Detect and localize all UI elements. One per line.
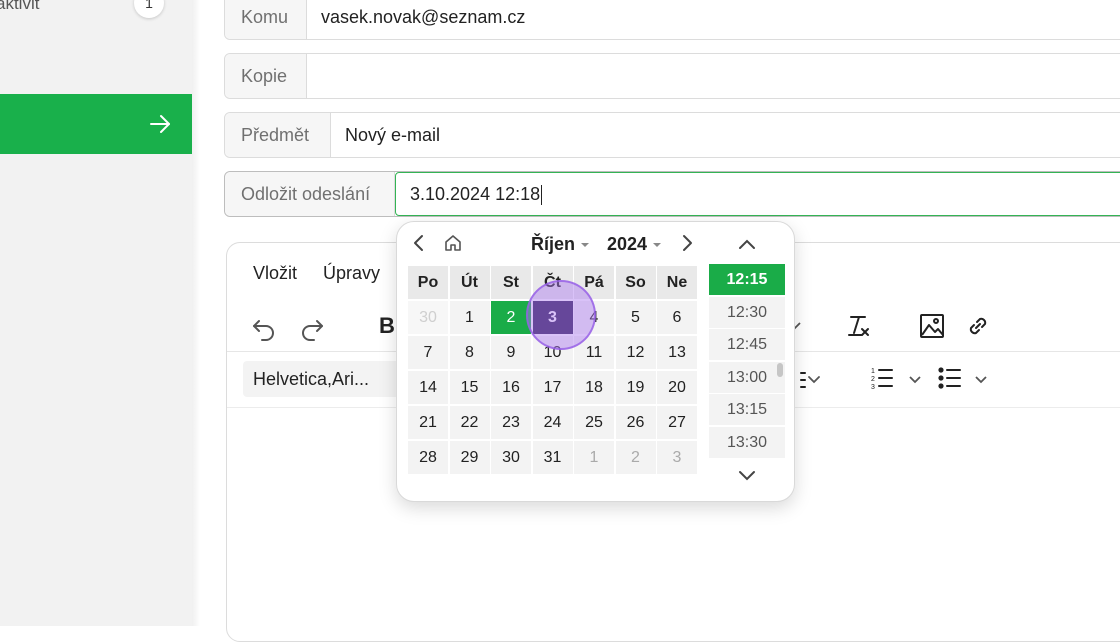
delay-row: Odložit odeslání 3.10.2024 12:18: [224, 171, 1120, 217]
weekday-header: Čt: [532, 266, 573, 299]
time-scroll-down-icon[interactable]: [737, 468, 757, 484]
weekday-header: Pá: [574, 266, 614, 299]
calendar-day[interactable]: 29: [449, 441, 490, 474]
calendar-day[interactable]: 20: [657, 371, 697, 404]
calendar-day[interactable]: 8: [449, 336, 490, 369]
time-option[interactable]: 13:00: [709, 361, 785, 393]
calendar-day[interactable]: 3: [657, 441, 697, 474]
calendar-day[interactable]: 17: [532, 371, 573, 404]
calendar-day[interactable]: 2: [615, 441, 656, 474]
calendar-day[interactable]: 3: [532, 301, 573, 334]
cc-label: Kopie: [225, 54, 307, 98]
calendar-day[interactable]: 23: [491, 406, 531, 439]
bold-button[interactable]: B: [379, 313, 395, 339]
year-select[interactable]: 2024: [607, 234, 662, 255]
link-icon[interactable]: [965, 313, 991, 339]
calendar-day[interactable]: 21: [408, 406, 448, 439]
month-select[interactable]: Říjen: [531, 234, 590, 255]
numbered-list-chevron-icon[interactable]: [907, 371, 923, 387]
bullet-list-icon[interactable]: [937, 365, 963, 391]
calendar-day[interactable]: 14: [408, 371, 448, 404]
calendar-day[interactable]: 25: [574, 406, 614, 439]
calendar-day[interactable]: 30: [491, 441, 531, 474]
activities-count-badge: 1: [134, 0, 164, 18]
time-option[interactable]: 12:45: [709, 329, 785, 361]
calendar-day[interactable]: 22: [449, 406, 490, 439]
sidebar-divider: [192, 0, 200, 626]
calendar-day[interactable]: 10: [532, 336, 573, 369]
year-label: 2024: [607, 234, 648, 254]
weekday-header: Út: [449, 266, 490, 299]
calendar-day[interactable]: 15: [449, 371, 490, 404]
calendar-day[interactable]: 11: [574, 336, 614, 369]
weekday-header: Po: [408, 266, 448, 299]
send-button[interactable]: [0, 94, 192, 154]
weekday-header: Ne: [657, 266, 697, 299]
time-option[interactable]: 13:30: [709, 427, 785, 458]
weekday-header: So: [615, 266, 656, 299]
month-label: Říjen: [531, 234, 576, 254]
subject-label: Předmět: [225, 113, 331, 157]
cc-field[interactable]: [321, 54, 1120, 98]
delay-value: 3.10.2024 12:18: [410, 184, 541, 204]
undo-icon[interactable]: [251, 315, 277, 341]
month-dropdown-icon: [581, 243, 590, 248]
calendar-day[interactable]: 18: [574, 371, 614, 404]
datetime-picker: Říjen 2024 Po Út St Čt Pá So Ne 30 1 2 3 4 5 6 7 8 9 10 11…: [396, 221, 795, 502]
calendar-day[interactable]: 5: [615, 301, 656, 334]
calendar-day[interactable]: 28: [408, 441, 448, 474]
subject-field[interactable]: Nový e-mail: [345, 113, 440, 157]
home-icon[interactable]: [443, 233, 463, 253]
calendar-day[interactable]: 19: [615, 371, 656, 404]
calendar-day[interactable]: 12: [615, 336, 656, 369]
time-option[interactable]: 12:30: [709, 296, 785, 328]
time-scroll-up-icon[interactable]: [737, 236, 757, 252]
svg-text:1: 1: [871, 368, 875, 375]
sidebar: aktivit 1: [0, 0, 192, 626]
to-label: Komu: [225, 0, 307, 39]
calendar-day[interactable]: 9: [491, 336, 531, 369]
font-family-select[interactable]: Helvetica,Ari...: [243, 361, 403, 397]
delay-datetime-input[interactable]: 3.10.2024 12:18: [395, 172, 1120, 216]
time-option[interactable]: 13:15: [709, 394, 785, 426]
menu-edit[interactable]: Úpravy: [323, 263, 380, 284]
menu-insert[interactable]: Vložit: [253, 263, 297, 284]
arrow-right-icon: [150, 115, 170, 133]
numbered-list-icon[interactable]: 123: [869, 365, 895, 391]
bullet-list-chevron-icon[interactable]: [973, 371, 989, 387]
calendar-day[interactable]: 26: [615, 406, 656, 439]
calendar-day[interactable]: 16: [491, 371, 531, 404]
time-list[interactable]: 12:15 12:30 12:45 13:00 13:15 13:30: [709, 264, 785, 459]
time-option[interactable]: 12:15: [709, 264, 785, 295]
calendar-day[interactable]: 4: [574, 301, 614, 334]
calendar-day[interactable]: 13: [657, 336, 697, 369]
svg-text:2: 2: [871, 376, 875, 383]
to-row: Komu vasek.novak@seznam.cz: [224, 0, 1120, 40]
calendar-day[interactable]: 1: [574, 441, 614, 474]
calendar-day[interactable]: 6: [657, 301, 697, 334]
time-list-scrollbar[interactable]: [777, 363, 783, 377]
calendar-day[interactable]: 7: [408, 336, 448, 369]
calendar-day[interactable]: 31: [532, 441, 573, 474]
svg-text:3: 3: [871, 384, 875, 391]
weekday-header: St: [491, 266, 531, 299]
calendar-day[interactable]: 24: [532, 406, 573, 439]
calendar-day[interactable]: 30: [408, 301, 448, 334]
cc-row: Kopie: [224, 53, 1120, 99]
to-field[interactable]: vasek.novak@seznam.cz: [321, 0, 525, 39]
calendar-day[interactable]: 2: [491, 301, 531, 334]
image-icon[interactable]: [919, 313, 945, 339]
next-month-icon[interactable]: [679, 232, 695, 254]
redo-icon[interactable]: [299, 315, 325, 341]
prev-month-icon[interactable]: [411, 232, 427, 254]
activities-label[interactable]: aktivit: [0, 0, 39, 14]
clear-formatting-icon[interactable]: [845, 313, 871, 339]
year-dropdown-icon: [653, 243, 662, 248]
subject-row: Předmět Nový e-mail: [224, 112, 1120, 158]
text-caret: [541, 185, 543, 206]
calendar-day[interactable]: 27: [657, 406, 697, 439]
calendar-day[interactable]: 1: [449, 301, 490, 334]
indent-chevron-icon[interactable]: [797, 367, 823, 393]
delay-label: Odložit odeslání: [225, 172, 395, 216]
